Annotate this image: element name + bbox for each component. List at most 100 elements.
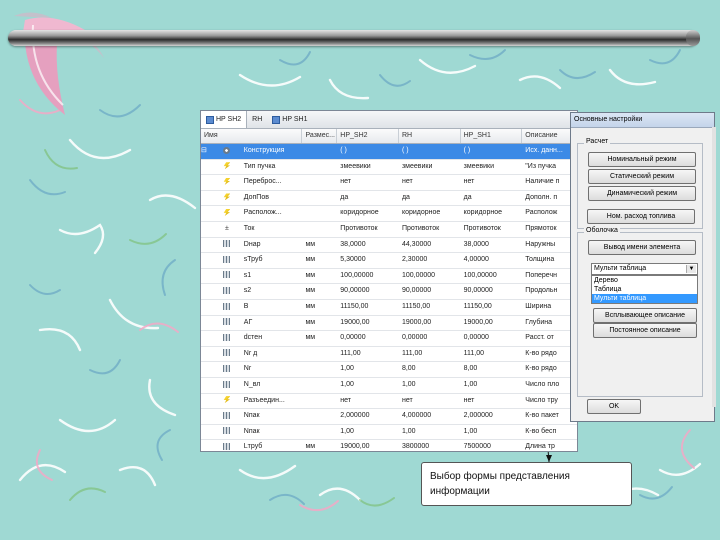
- tab-rh[interactable]: RH: [247, 111, 267, 128]
- dialog-title: Основные настройки: [571, 113, 714, 128]
- expand-cell[interactable]: [201, 206, 213, 221]
- expand-cell[interactable]: [201, 253, 213, 268]
- table-row[interactable]: s2 мм 90,00000 90,00000 90,00000 Продольн: [201, 284, 577, 300]
- table-row[interactable]: Nr д 111,00 111,00 111,00 К-во рядо: [201, 347, 577, 363]
- option-tree[interactable]: Дерево: [592, 276, 697, 285]
- expand-cell[interactable]: [201, 222, 213, 237]
- table-header: Имя Размеc... HP_SH2 RH HP_SH1 Описание: [201, 129, 577, 144]
- table-row[interactable]: Переброс... нет нет нет Наличие п: [201, 175, 577, 191]
- table-row[interactable]: s1 мм 100,00000 100,00000 100,00000 Поперечн: [201, 269, 577, 285]
- row-description: Дополн. п: [525, 193, 558, 201]
- row-value-hp-sh1: 100,00000: [463, 271, 497, 279]
- expand-cell[interactable]: [201, 347, 213, 362]
- table-row[interactable]: dстен мм 0,00000 0,00000 0,00000 Расст. от: [201, 331, 577, 347]
- row-value-rh: 90,00000: [401, 287, 432, 295]
- expand-cell[interactable]: [201, 175, 213, 190]
- expand-cell[interactable]: [201, 331, 213, 346]
- row-icon-cell: [213, 425, 241, 440]
- column-header-rh[interactable]: RH: [399, 129, 461, 143]
- row-value-rh: 8,00: [401, 365, 416, 373]
- ok-button[interactable]: OK: [587, 399, 641, 414]
- fuel-rate-button[interactable]: Ном. расход топлива: [587, 209, 695, 224]
- row-unit: [302, 175, 337, 190]
- expand-cell[interactable]: [201, 284, 213, 299]
- row-icon-cell: [213, 440, 241, 451]
- table-row[interactable]: Вмм 11150,00 11150,00 11150,00 Ширина: [201, 300, 577, 316]
- grid-icon: [223, 427, 231, 435]
- row-value-hp-sh1: Противоток: [463, 224, 501, 232]
- column-header-description[interactable]: Описание: [522, 129, 577, 143]
- row-name: s2: [243, 287, 252, 295]
- row-description: Наружны: [525, 240, 556, 248]
- expand-cell[interactable]: [201, 394, 213, 409]
- table-row[interactable]: Располож... коридорное коридорное коридорно…: [201, 206, 577, 222]
- expand-cell[interactable]: [201, 269, 213, 284]
- row-value-hp-sh1: нет: [463, 396, 475, 404]
- column-header-unit[interactable]: Размеc...: [302, 129, 338, 143]
- row-unit: мм: [305, 271, 316, 279]
- expand-cell[interactable]: [201, 425, 213, 440]
- expand-cell[interactable]: [201, 160, 213, 175]
- row-value-hp-sh1: 8,00: [463, 365, 478, 373]
- element-name-button[interactable]: Вывод имени элемента: [588, 240, 696, 255]
- expand-cell[interactable]: [201, 362, 213, 377]
- table-row[interactable]: Nпак 1,00 1,00 1,00 К-во бесп: [201, 425, 577, 441]
- popup-description-button[interactable]: Всплывающее описание: [593, 308, 697, 323]
- column-header-hp-sh2[interactable]: HP_SH2: [337, 129, 399, 143]
- scrollbar[interactable]: [712, 127, 716, 407]
- expand-cell[interactable]: ⊟: [201, 144, 213, 159]
- expand-cell[interactable]: [201, 316, 213, 331]
- row-icon-cell: [213, 347, 241, 362]
- column-header-name[interactable]: Имя: [201, 129, 303, 143]
- nominal-mode-button[interactable]: Номинальный режим: [588, 152, 696, 167]
- table-row[interactable]: Nпак 2,000000 4,000000 2,000000 К-во пакет: [201, 409, 577, 425]
- bolt-icon: [223, 396, 231, 404]
- fixed-description-button[interactable]: Постоянное описание: [593, 323, 697, 338]
- table-row[interactable]: sТруб мм 5,30000 2,30000 4,00000 Толщина: [201, 253, 577, 269]
- view-form-select[interactable]: Мульти таблица ▼: [591, 263, 698, 275]
- row-icon-cell: [213, 160, 241, 175]
- chevron-down-icon[interactable]: ▼: [686, 265, 696, 273]
- table-row[interactable]: АГ мм 19000,00 19000,00 19000,00 Глубина: [201, 316, 577, 332]
- row-name: Nпак: [243, 412, 260, 420]
- row-name: Nr: [243, 365, 252, 373]
- table-row[interactable]: ⊟ Конструкция ( ) ( ) ( ) Исх. данн...: [201, 144, 577, 160]
- expand-cell[interactable]: [201, 440, 213, 451]
- option-table[interactable]: Таблица: [592, 285, 697, 294]
- expand-cell[interactable]: [201, 191, 213, 206]
- table-row[interactable]: Lтруб мм 19000,00 3800000 7500000 Длина тр: [201, 440, 577, 451]
- row-value-hp-sh1: 38,0000: [463, 240, 489, 248]
- grid-icon: [223, 240, 231, 248]
- row-unit: [302, 347, 337, 362]
- tab-hp-sh2[interactable]: HP SH2: [201, 111, 248, 128]
- row-name: Располож...: [243, 209, 282, 217]
- table-row[interactable]: Dнар мм 38,0000 44,30000 38,0000 Наружны: [201, 238, 577, 254]
- row-value-rh: нет: [401, 178, 413, 186]
- expand-cell[interactable]: [201, 378, 213, 393]
- table-row[interactable]: Тип пучка змеевики змеевики змеевики "Из пуч…: [201, 160, 577, 176]
- row-description: "Из пучка: [525, 162, 557, 170]
- row-value-rh: ( ): [401, 147, 409, 154]
- row-value-hp-sh2: 1,00: [340, 380, 354, 388]
- row-value-rh: коридорное: [401, 209, 441, 217]
- expand-cell[interactable]: [201, 300, 213, 315]
- row-unit: мм: [305, 256, 316, 264]
- row-name: Конструкция: [243, 147, 285, 154]
- dynamic-mode-button[interactable]: Динамический режим: [588, 186, 696, 201]
- option-multi-table[interactable]: Мульти таблица: [592, 294, 697, 303]
- table-row[interactable]: Nr 1,00 8,00 8,00 К-во рядо: [201, 362, 577, 378]
- expand-cell[interactable]: [201, 238, 213, 253]
- table-row[interactable]: Разъеедин... нет нет нет Число тру: [201, 394, 577, 410]
- table-row[interactable]: ДопПов да да да Дополн. п: [201, 191, 577, 207]
- expand-cell[interactable]: [201, 409, 213, 424]
- row-value-rh: 44,30000: [401, 240, 432, 248]
- row-value-hp-sh1: 1,00: [463, 380, 478, 388]
- table-row[interactable]: N_вл 1,00 1,00 1,00 Число пло: [201, 378, 577, 394]
- row-value-hp-sh1: змеевики: [463, 162, 495, 170]
- table-row[interactable]: ± Ток Противоток Противоток Противоток Прямот…: [201, 222, 577, 238]
- column-header-hp-sh1[interactable]: HP_SH1: [461, 129, 523, 143]
- grid-icon: [223, 380, 231, 388]
- row-value-hp-sh2: Противоток: [340, 224, 378, 232]
- tab-hp-sh1[interactable]: HP SH1: [267, 111, 312, 128]
- static-mode-button[interactable]: Статический режим: [588, 169, 696, 184]
